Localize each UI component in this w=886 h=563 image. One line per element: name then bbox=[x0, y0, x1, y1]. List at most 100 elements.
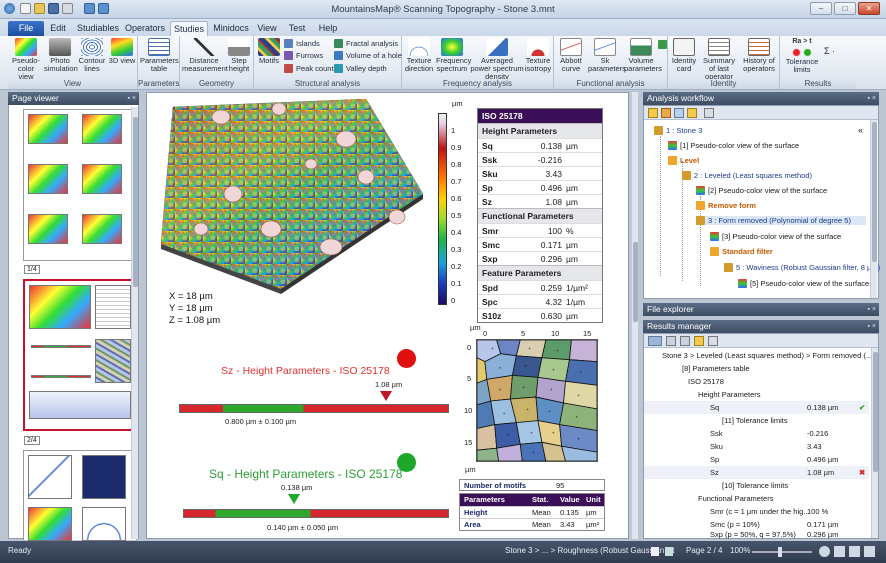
3d-surface-view[interactable] bbox=[161, 99, 431, 294]
furrows-button[interactable]: Furrows bbox=[284, 51, 323, 60]
abbott-curve-button[interactable]: Abbott curve bbox=[556, 38, 586, 73]
workflow-tool-icon[interactable] bbox=[704, 108, 714, 118]
results-row[interactable]: Sxp (p = 50%, q = 97.5%) 0.296 µm bbox=[644, 530, 869, 540]
identity-card-button[interactable]: Identity card bbox=[670, 38, 698, 73]
statistics-button[interactable]: Σ · bbox=[824, 46, 835, 56]
summary-last-operator-button[interactable]: Summary of last operator bbox=[700, 38, 738, 81]
tab-studiables[interactable]: Studiables bbox=[74, 21, 122, 36]
contour-lines-button[interactable]: Contour lines bbox=[78, 38, 106, 73]
tab-test[interactable]: Test bbox=[284, 21, 310, 36]
tab-view[interactable]: View bbox=[254, 21, 280, 36]
tab-file[interactable]: File bbox=[8, 21, 44, 36]
results-row[interactable]: ISO 25178 bbox=[644, 375, 869, 388]
scrollbar-thumb[interactable] bbox=[873, 352, 878, 472]
results-tool-icon[interactable] bbox=[648, 336, 662, 346]
workflow-node-studiable[interactable]: 1 : Stone 3 bbox=[654, 126, 702, 135]
page-icon[interactable] bbox=[665, 547, 673, 556]
workflow-node-operator[interactable]: Standard filter bbox=[710, 247, 773, 256]
history-operators-button[interactable]: History of operators bbox=[740, 38, 778, 73]
close-button[interactable]: ✕ bbox=[858, 2, 880, 15]
panel-pin-icon[interactable]: ▪ × bbox=[867, 320, 876, 333]
zoom-slider-thumb[interactable] bbox=[778, 547, 782, 557]
tab-edit[interactable]: Edit bbox=[46, 21, 70, 36]
workflow-node-view[interactable]: [2] Pseudo-color view of the surface bbox=[696, 186, 827, 195]
results-scrollbar[interactable] bbox=[871, 348, 878, 538]
page-viewer-scrollbar[interactable] bbox=[131, 107, 138, 539]
results-tool-icon[interactable] bbox=[708, 336, 718, 346]
workflow-tool-icon[interactable] bbox=[661, 108, 671, 118]
workflow-node-view[interactable]: [5] Pseudo-color view of the surface bbox=[738, 279, 869, 288]
distance-measurement-button[interactable]: Distance measurement bbox=[182, 38, 228, 73]
volume-parameters-button[interactable]: Volume parameters bbox=[624, 38, 662, 73]
motif-parameters-table[interactable]: Parameters Stat. Value Unit Height Mean … bbox=[459, 493, 605, 531]
document-scrollbar[interactable] bbox=[631, 92, 638, 539]
tab-studies[interactable]: Studies bbox=[170, 21, 208, 36]
volume-of-hole-button[interactable]: Volume of a hole bbox=[334, 51, 402, 60]
full-screen-icon[interactable] bbox=[849, 546, 860, 557]
layout-icon[interactable] bbox=[864, 546, 875, 557]
scrollbar-thumb[interactable] bbox=[133, 117, 138, 287]
parameters-table[interactable]: ISO 25178 Height Parameters Sq 0.138 µm Ss… bbox=[477, 108, 603, 323]
photo-simulation-button[interactable]: Photo simulation bbox=[44, 38, 78, 73]
workflow-scrollbar[interactable] bbox=[870, 120, 877, 298]
workflow-node-studiable-selected[interactable]: 3 : Form removed (Polynomial of degree 5… bbox=[696, 216, 866, 225]
page-icon[interactable] bbox=[651, 547, 659, 556]
results-row[interactable]: Smr (c = 1 µm under the hig... 100 % bbox=[644, 505, 869, 518]
panel-pin-icon[interactable]: ▪ × bbox=[127, 92, 136, 105]
tab-minidocs[interactable]: Minidocs bbox=[212, 21, 250, 36]
motifs-image[interactable]: + + + + + + + + + + + + + + + + + + + + bbox=[476, 339, 598, 462]
results-tool-icon[interactable] bbox=[666, 336, 676, 346]
results-row[interactable]: Height Parameters bbox=[644, 388, 869, 401]
results-row[interactable]: Sku 3.43 bbox=[644, 440, 869, 453]
workflow-node-studiable[interactable]: 2 : Leveled (Least squares method) bbox=[682, 171, 812, 180]
parameters-table-button[interactable]: Parameters table bbox=[140, 38, 179, 73]
workflow-tool-icon[interactable] bbox=[674, 108, 684, 118]
pseudo-color-view-button[interactable]: Pseudo-color view bbox=[10, 38, 42, 81]
step-height-button[interactable]: Step height bbox=[226, 38, 252, 73]
workflow-node-operator[interactable]: Level bbox=[668, 156, 699, 165]
texture-direction-button[interactable]: Texture direction bbox=[404, 38, 434, 73]
workflow-node-studiable[interactable]: 5 : Waviness (Robust Gaussian filter, 8 … bbox=[724, 263, 880, 272]
valley-depth-button[interactable]: Valley depth bbox=[334, 64, 387, 73]
fit-page-icon[interactable] bbox=[834, 546, 845, 557]
sk-parameters-button[interactable]: Sk parameters bbox=[588, 38, 626, 73]
zoom-in-icon[interactable] bbox=[819, 546, 830, 557]
scrollbar-thumb[interactable] bbox=[633, 242, 638, 322]
results-row[interactable]: Ssk -0.216 bbox=[644, 427, 869, 440]
results-row[interactable]: Sp 0.496 µm bbox=[644, 453, 869, 466]
results-row[interactable]: Sq 0.138 µm ✔ bbox=[644, 401, 869, 414]
3d-view-button[interactable]: 3D view bbox=[108, 38, 136, 65]
collapse-icon[interactable]: « bbox=[858, 125, 863, 135]
results-row[interactable]: [8] Parameters table bbox=[644, 362, 869, 375]
maximize-button[interactable]: □ bbox=[834, 2, 856, 15]
workflow-tool-icon[interactable] bbox=[687, 108, 697, 118]
fractal-analysis-button[interactable]: Fractal analysis bbox=[334, 39, 398, 48]
results-row[interactable]: Functional Parameters bbox=[644, 492, 869, 505]
texture-isotropy-button[interactable]: Texture isotropy bbox=[524, 38, 552, 73]
file-explorer-title[interactable]: File explorer ▪ × bbox=[643, 303, 879, 316]
tolerance-limits-button[interactable]: Ra > t Tolerance limits bbox=[782, 38, 822, 74]
zoom-slider[interactable] bbox=[752, 551, 812, 553]
panel-pin-icon[interactable]: ▪ × bbox=[867, 92, 876, 105]
tab-operators[interactable]: Operators bbox=[124, 21, 166, 36]
tab-help[interactable]: Help bbox=[314, 21, 342, 36]
results-row[interactable]: Sz 1.08 µm ✖ bbox=[644, 466, 869, 479]
page-thumbnail-3[interactable] bbox=[23, 450, 137, 541]
results-row[interactable]: [10] Tolerance limits bbox=[644, 479, 869, 492]
minimize-button[interactable]: – bbox=[810, 2, 832, 15]
page-thumbnail-1[interactable] bbox=[23, 109, 137, 261]
scrollbar-thumb[interactable] bbox=[872, 122, 877, 262]
peak-count-button[interactable]: Peak count bbox=[284, 64, 334, 73]
panel-pin-icon[interactable]: ▪ × bbox=[867, 303, 876, 316]
workflow-node-view[interactable]: [3] Pseudo-color view of the surface bbox=[710, 232, 841, 241]
islands-button[interactable]: Islands bbox=[284, 39, 320, 48]
averaged-psd-button[interactable]: Averaged power spectrum density bbox=[470, 38, 524, 81]
workflow-node-operator[interactable]: Remove form bbox=[696, 201, 756, 210]
results-tool-icon[interactable] bbox=[680, 336, 690, 346]
workflow-node-view[interactable]: [1] Pseudo-color view of the surface bbox=[668, 141, 799, 150]
workflow-tool-icon[interactable] bbox=[648, 108, 658, 118]
frequency-spectrum-button[interactable]: Frequency spectrum bbox=[436, 38, 471, 73]
motifs-button[interactable]: Motifs bbox=[256, 38, 282, 65]
results-tool-icon[interactable] bbox=[694, 336, 704, 346]
page-thumbnail-2[interactable] bbox=[23, 279, 137, 431]
